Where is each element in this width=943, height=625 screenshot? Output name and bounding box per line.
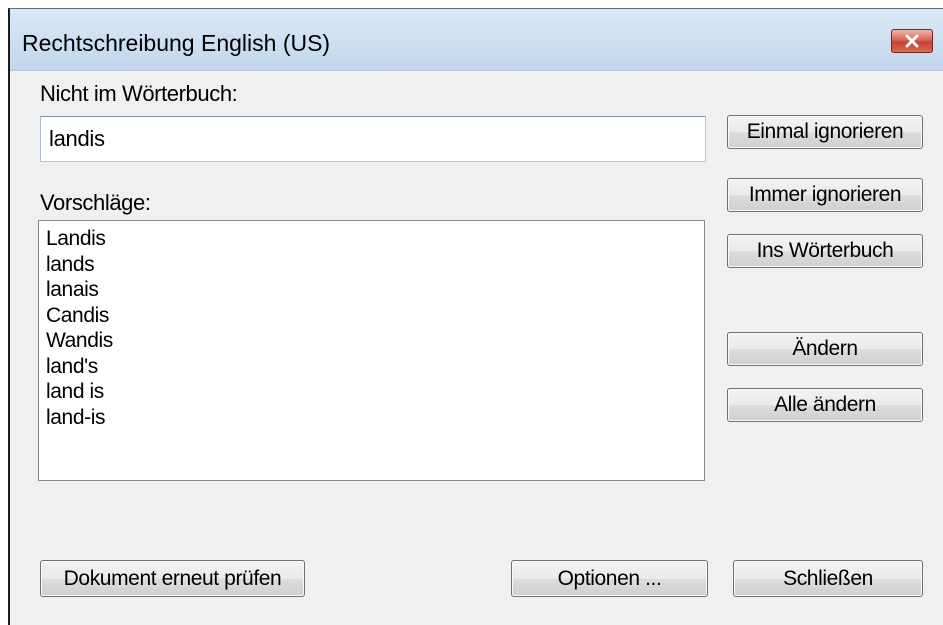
not-in-dictionary-label: Nicht im Wörterbuch: [40, 81, 238, 106]
options-button[interactable]: Optionen ... [511, 560, 708, 597]
suggestion-item[interactable]: land is [46, 379, 704, 405]
suggestion-item[interactable]: land's [46, 354, 704, 380]
ignore-all-button[interactable]: Immer ignorieren [727, 178, 923, 212]
suggestions-list[interactable]: Landis lands lanais Candis Wandis land's land … [38, 220, 705, 481]
change-all-button[interactable]: Alle ändern [727, 388, 923, 422]
suggestion-item[interactable]: Landis [46, 226, 704, 252]
spell-check-dialog: Rechtschreibung English (US) Nicht im Wö… [8, 8, 943, 625]
ignore-once-button[interactable]: Einmal ignorieren [727, 115, 923, 149]
close-button[interactable]: Schließen [733, 560, 923, 597]
recheck-document-button[interactable]: Dokument erneut prüfen [40, 560, 305, 597]
title-bar[interactable]: Rechtschreibung English (US) [10, 9, 943, 71]
suggestions-label: Vorschläge: [40, 190, 151, 215]
window-title: Rechtschreibung English (US) [22, 30, 331, 56]
change-button[interactable]: Ändern [727, 332, 923, 366]
add-to-dictionary-button[interactable]: Ins Wörterbuch [727, 234, 923, 268]
close-window-button[interactable] [891, 29, 933, 53]
suggestion-item[interactable]: Candis [46, 303, 704, 329]
suggestion-item[interactable]: Wandis [46, 328, 704, 354]
not-in-dictionary-field[interactable] [40, 116, 706, 162]
suggestion-item[interactable]: lands [46, 252, 704, 278]
suggestion-item[interactable]: land-is [46, 405, 704, 431]
close-icon [905, 34, 919, 48]
suggestion-item[interactable]: lanais [46, 277, 704, 303]
